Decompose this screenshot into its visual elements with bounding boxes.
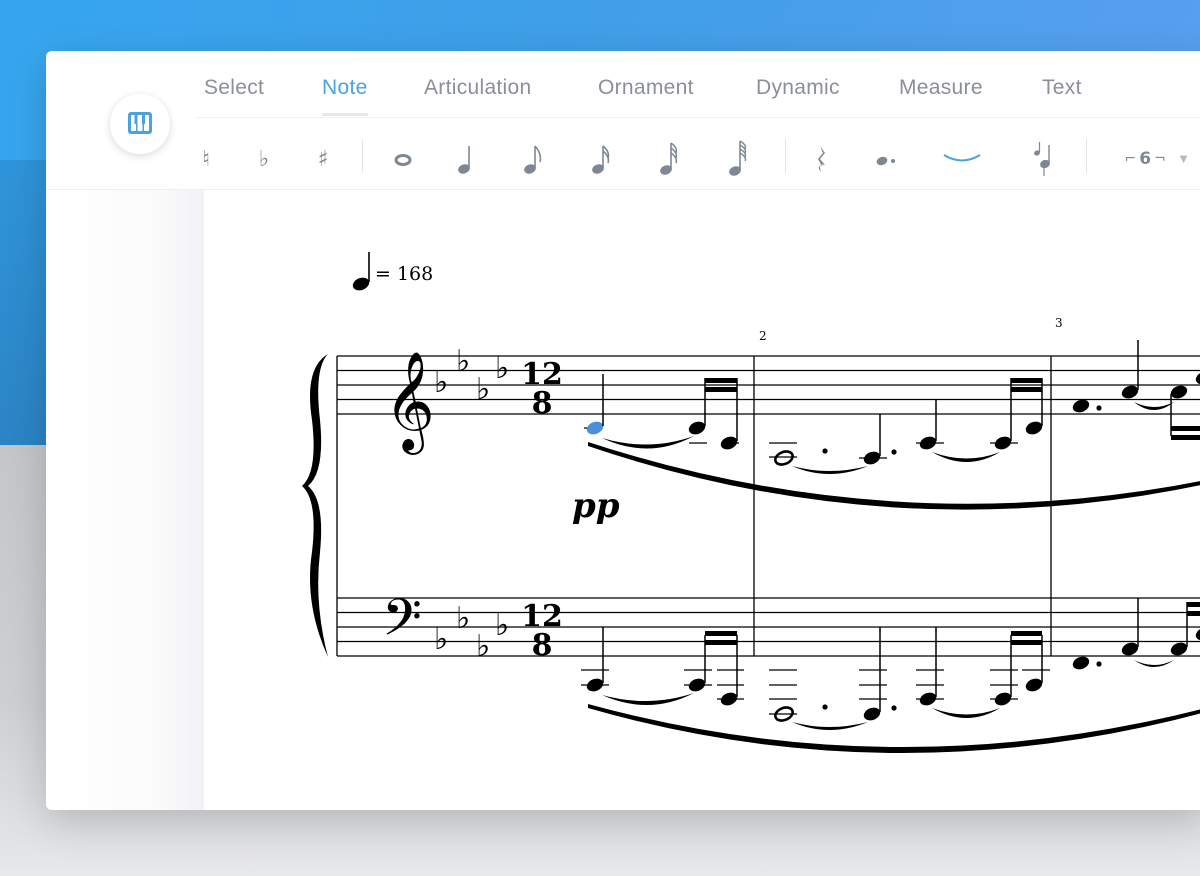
chevron-down-icon: ▼ xyxy=(1179,153,1188,165)
natural-icon: ♮ xyxy=(202,146,210,172)
treble-key-signature: ♭ ♭ ♭ ♭ xyxy=(434,344,509,407)
sixty-fourth-note-button[interactable] xyxy=(718,139,758,179)
tempo-marking: = 168 xyxy=(352,252,433,291)
svg-text:♭: ♭ xyxy=(456,344,470,379)
svg-text:♭: ♭ xyxy=(476,629,490,664)
sharp-icon: ♯ xyxy=(317,146,329,172)
whole-note-icon xyxy=(394,154,412,166)
tab-measure[interactable]: Measure xyxy=(899,74,983,114)
sharp-button[interactable]: ♯ xyxy=(303,139,343,179)
dot-button[interactable] xyxy=(866,139,906,179)
bass-clef: 𝄢 xyxy=(382,587,422,660)
whole-note-button[interactable] xyxy=(383,139,423,179)
bar-number-3: 3 xyxy=(1055,316,1063,330)
thirty-second-note-button[interactable] xyxy=(649,139,689,179)
flat-icon: ♭ xyxy=(258,146,270,172)
score-editor-window: Select Note Articulation Ornament Dynami… xyxy=(46,51,1200,810)
grace-note-button[interactable] xyxy=(1021,139,1061,179)
quarter-note-button[interactable] xyxy=(446,139,486,179)
tempo-note-head xyxy=(352,277,370,291)
eighth-note-button[interactable] xyxy=(513,139,553,179)
natural-button[interactable]: ♮ xyxy=(186,139,226,179)
svg-text:♭: ♭ xyxy=(495,351,509,386)
grand-staff-brace xyxy=(302,354,328,657)
bass-time-signature: 12 8 xyxy=(521,599,563,663)
bass-measure-3 xyxy=(1072,598,1200,670)
selected-note[interactable] xyxy=(585,419,605,436)
quarter-rest-icon xyxy=(818,146,825,172)
tab-note[interactable]: Note xyxy=(322,74,368,116)
tab-select[interactable]: Select xyxy=(204,74,264,114)
sixteenth-note-icon xyxy=(592,145,610,174)
tab-divider xyxy=(196,117,1200,118)
svg-text:♭: ♭ xyxy=(434,622,448,657)
bass-measure-2 xyxy=(769,627,1050,730)
svg-text:♭: ♭ xyxy=(434,365,448,400)
bass-key-signature: ♭ ♭ ♭ ♭ xyxy=(434,601,509,664)
flat-button[interactable]: ♭ xyxy=(244,139,284,179)
bass-measure-1 xyxy=(581,627,744,706)
rest-button[interactable] xyxy=(802,139,842,179)
toolbar: Select Note Articulation Ornament Dynami… xyxy=(46,51,1200,190)
tab-articulation[interactable]: Articulation xyxy=(424,74,531,114)
tuplet-bracket-right-icon: ¬ xyxy=(1154,151,1166,167)
eighth-note-icon xyxy=(524,145,542,174)
treble-measure-2 xyxy=(769,378,1043,474)
toolbar-separator xyxy=(785,139,786,173)
score-canvas: = 168 𝄞 𝄢 ♭ ♭ ♭ ♭ ♭ ♭ ♭ ♭ 12 8 12 8 2 3 … xyxy=(302,252,1200,753)
tuplet-bracket-left-icon: ⌐ xyxy=(1124,151,1137,167)
tempo-value: = 168 xyxy=(375,263,433,285)
treble-measure-1 xyxy=(584,374,739,450)
tie-button[interactable] xyxy=(942,139,982,179)
svg-text:♭: ♭ xyxy=(495,608,509,643)
treble-clef: 𝄞 xyxy=(384,351,435,455)
piano-icon xyxy=(128,112,152,134)
sixteenth-note-button[interactable] xyxy=(581,139,621,179)
page-margin xyxy=(46,190,204,810)
svg-text:♭: ♭ xyxy=(456,601,470,636)
tab-ornament[interactable]: Ornament xyxy=(598,74,694,114)
tuplet-number: 6 xyxy=(1139,149,1152,169)
dynamic-marking: pp xyxy=(572,486,620,526)
treble-time-signature: 12 8 xyxy=(521,357,563,421)
dotted-note-icon xyxy=(876,156,895,166)
tab-dynamic[interactable]: Dynamic xyxy=(756,74,840,114)
grace-note-icon xyxy=(1034,142,1050,176)
tab-text[interactable]: Text xyxy=(1042,74,1082,114)
score-page: = 168 𝄞 𝄢 ♭ ♭ ♭ ♭ ♭ ♭ ♭ ♭ 12 8 12 8 2 3 … xyxy=(204,190,1200,810)
svg-text:♭: ♭ xyxy=(476,372,490,407)
toolbar-separator xyxy=(362,139,363,173)
tie-icon xyxy=(943,154,981,162)
treble-measure-3 xyxy=(1072,340,1200,440)
quarter-note-icon xyxy=(458,146,470,174)
sixty-fourth-note-icon xyxy=(729,140,747,176)
tuplet-dropdown[interactable]: ⌐ 6 ¬ ▼ xyxy=(1116,139,1196,179)
thirty-second-note-icon xyxy=(660,142,678,175)
svg-text:8: 8 xyxy=(532,628,553,663)
piano-keyboard-button[interactable] xyxy=(110,94,170,154)
bass-phrase-slur xyxy=(588,704,1200,753)
bar-number-2: 2 xyxy=(759,329,767,343)
background-band xyxy=(0,160,46,445)
toolbar-separator xyxy=(1086,139,1087,173)
svg-text:8: 8 xyxy=(532,386,553,421)
